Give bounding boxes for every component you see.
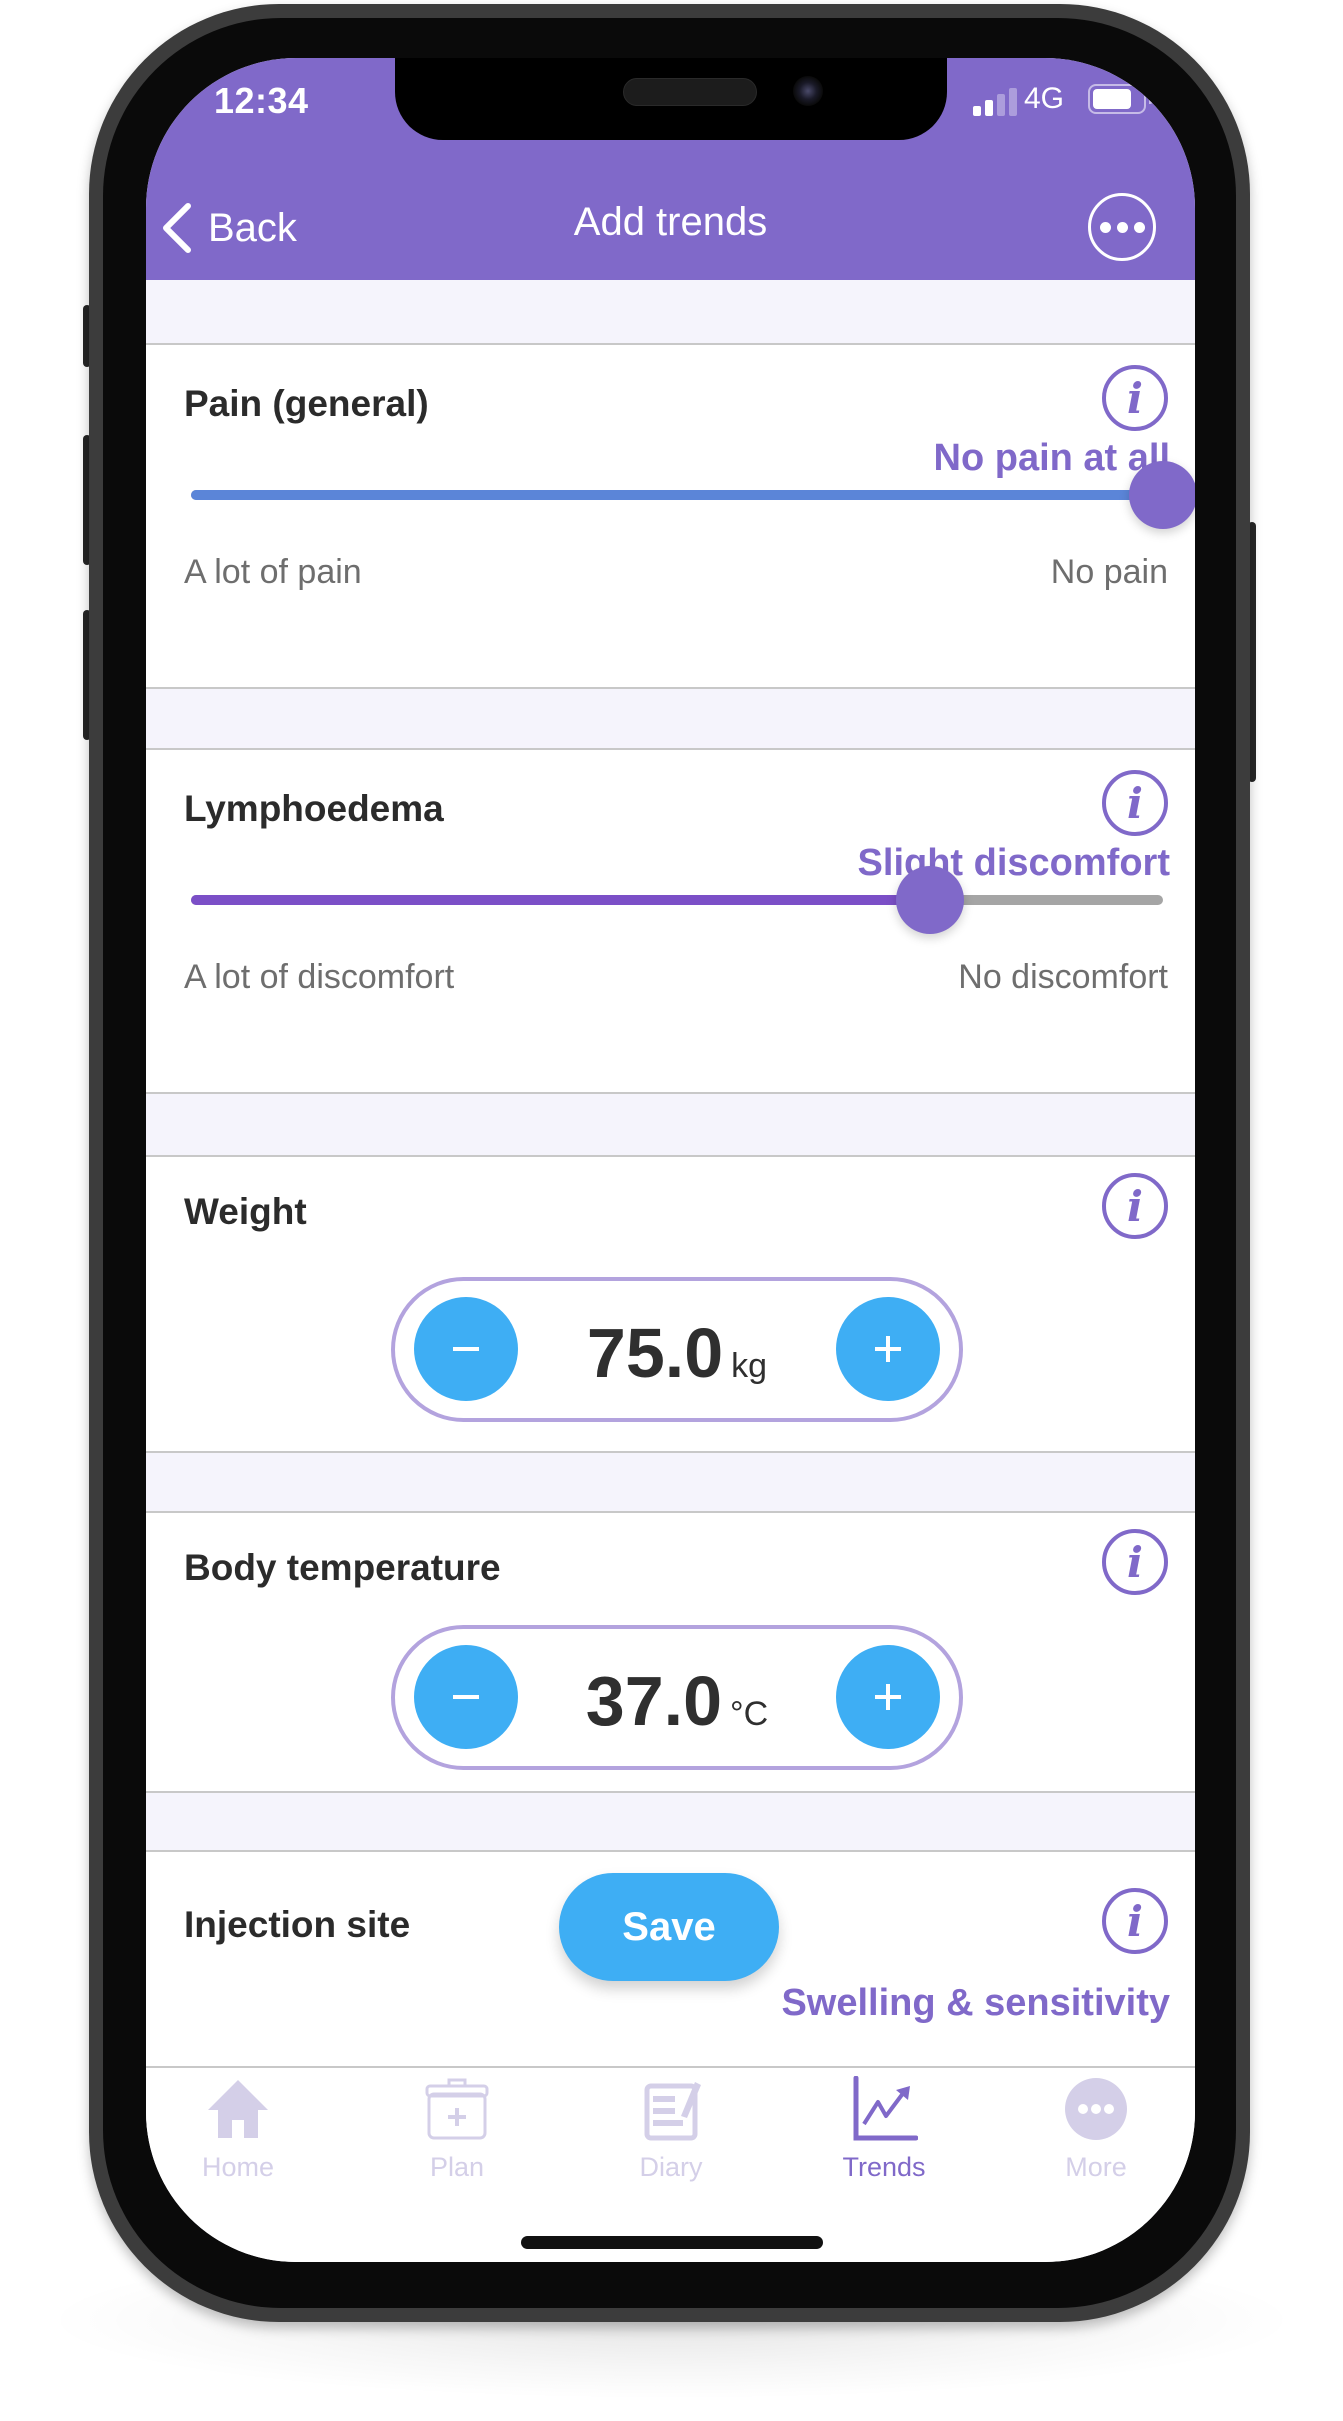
temperature-value: 37.0	[585, 1662, 723, 1740]
tab-label: Home	[201, 2152, 275, 2182]
info-icon[interactable]: i	[1102, 1888, 1168, 1954]
front-camera	[793, 76, 823, 106]
trend-title: Pain (general)	[184, 383, 429, 424]
slider-min-label: A lot of pain	[184, 553, 362, 591]
battery-cap	[1149, 94, 1153, 104]
diary-icon	[644, 2082, 701, 2141]
slider-max-label: No discomfort	[958, 958, 1168, 996]
weight-unit: kg	[731, 1347, 768, 1385]
trends-chart-icon	[853, 2076, 918, 2141]
page-title: Add trends	[573, 200, 768, 244]
status-time: 12:34	[214, 80, 309, 121]
tab-label: Trends	[842, 2152, 926, 2182]
trend-value-label: No pain at all	[933, 437, 1170, 479]
weight-value: 75.0	[586, 1314, 724, 1392]
slider-thumb[interactable]	[895, 866, 964, 934]
trend-value-label: Swelling & sensitivity	[781, 1982, 1170, 2024]
tab-label: More	[1065, 2152, 1127, 2182]
tab-trends[interactable]: Trends	[794, 2076, 974, 2186]
app-screen: 12:34 4G Back Add trends Pain (general) …	[146, 58, 1195, 2262]
tab-label: Plan	[429, 2152, 485, 2182]
plus-icon	[875, 1336, 901, 1362]
increment-button[interactable]	[836, 1645, 940, 1749]
trend-title: Injection site	[184, 1904, 411, 1945]
trend-card-weight: Weight i 75.0 kg	[146, 1155, 1195, 1453]
home-icon	[208, 2080, 268, 2138]
more-icon	[1065, 2078, 1127, 2140]
trend-card-body-temperature: Body temperature i 37.0 °C	[146, 1511, 1195, 1793]
temperature-unit: °C	[730, 1695, 769, 1733]
device-notch	[395, 58, 947, 140]
slider-min-label: A lot of discomfort	[184, 958, 455, 996]
tab-bar: Home Plan Diary Trends More	[146, 2066, 1195, 2262]
plus-icon	[875, 1684, 901, 1710]
medical-plan-icon	[425, 2078, 489, 2140]
slider-fill	[191, 895, 930, 905]
info-icon[interactable]: i	[1102, 1529, 1168, 1595]
increment-button[interactable]	[836, 1297, 940, 1401]
save-button[interactable]: Save	[559, 1873, 779, 1981]
tab-label: Diary	[639, 2152, 703, 2182]
info-icon[interactable]: i	[1102, 1173, 1168, 1239]
more-options-button[interactable]	[1088, 193, 1156, 261]
pain-slider[interactable]	[191, 461, 1195, 529]
temperature-stepper: 37.0 °C	[391, 1625, 963, 1770]
battery-level	[1093, 89, 1132, 109]
slider-fill	[191, 490, 1163, 500]
trend-title: Weight	[184, 1191, 307, 1232]
nav-header: 12:34 4G Back Add trends	[146, 58, 1195, 280]
trend-title: Body temperature	[184, 1547, 501, 1588]
ellipsis-icon	[1133, 221, 1145, 233]
lymphoedema-slider[interactable]	[191, 866, 1163, 934]
info-icon[interactable]: i	[1102, 770, 1168, 836]
trend-title: Lymphoedema	[184, 788, 444, 829]
home-indicator[interactable]	[521, 2236, 823, 2249]
trend-card-lymphoedema: Lymphoedema i Slight discomfort A lot of…	[146, 748, 1195, 1094]
trend-card-pain: Pain (general) i No pain at all A lot of…	[146, 343, 1195, 689]
signal-strength-icon	[973, 88, 1021, 116]
battery-icon	[1088, 84, 1146, 114]
signal-bar	[997, 94, 1005, 116]
slider-thumb[interactable]	[1129, 461, 1195, 529]
network-type: 4G	[1024, 82, 1065, 115]
signal-bar	[973, 106, 981, 116]
tab-plan[interactable]: Plan	[367, 2076, 547, 2186]
tab-home[interactable]: Home	[148, 2076, 328, 2186]
signal-bar	[985, 100, 993, 116]
tab-more[interactable]: More	[1006, 2076, 1186, 2186]
info-icon[interactable]: i	[1102, 365, 1168, 431]
ellipsis-icon	[1099, 221, 1111, 233]
ellipsis-icon	[1116, 221, 1128, 233]
signal-bar	[1009, 88, 1017, 116]
tab-diary[interactable]: Diary	[581, 2076, 761, 2186]
weight-stepper: 75.0 kg	[391, 1277, 963, 1422]
slider-max-label: No pain	[1050, 553, 1168, 591]
earpiece-speaker	[623, 78, 757, 106]
